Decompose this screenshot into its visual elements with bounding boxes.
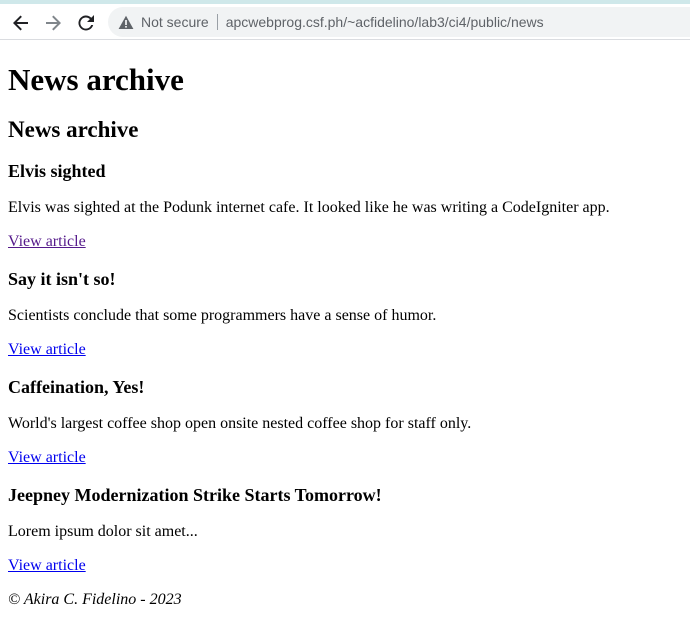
news-item-body: Elvis was sighted at the Podunk internet… xyxy=(8,199,610,216)
browser-toolbar: Not secure apcwebprog.csf.ph/~acfidelino… xyxy=(0,0,690,40)
view-article-link[interactable]: View article xyxy=(8,448,682,468)
news-item-body: World's largest coffee shop open onsite … xyxy=(8,415,472,432)
forward-arrow-icon[interactable] xyxy=(41,11,65,35)
news-item-body: Scientists conclude that some programmer… xyxy=(8,307,437,324)
omnibox-divider xyxy=(216,14,218,30)
address-bar[interactable]: Not secure apcwebprog.csf.ph/~acfidelino… xyxy=(108,7,690,37)
back-arrow-icon[interactable] xyxy=(9,11,33,35)
url-text[interactable]: apcwebprog.csf.ph/~acfidelino/lab3/ci4/p… xyxy=(226,14,544,30)
news-item: Caffeination, Yes! World's largest coffe… xyxy=(8,376,682,468)
news-item-title: Jeepney Modernization Strike Starts Tomo… xyxy=(8,485,382,505)
news-item: Say it isn't so! Scientists conclude tha… xyxy=(8,268,682,360)
view-article-link[interactable]: View article xyxy=(8,556,682,576)
page-content: News archive News archive Elvis sighted … xyxy=(0,62,690,610)
news-item-title: Say it isn't so! xyxy=(8,269,116,289)
warning-triangle-icon[interactable] xyxy=(118,15,134,30)
view-article-link[interactable]: View article xyxy=(8,232,682,252)
view-article-link[interactable]: View article xyxy=(8,340,682,360)
news-item: Elvis sighted Elvis was sighted at the P… xyxy=(8,160,682,252)
page-title: News archive xyxy=(8,62,184,97)
news-item-body: Lorem ipsum dolor sit amet... xyxy=(8,523,198,540)
news-item: Jeepney Modernization Strike Starts Tomo… xyxy=(8,484,682,576)
section-title: News archive xyxy=(8,117,139,142)
footer-copyright: © Akira C. Fidelino - 2023 xyxy=(8,591,182,608)
news-item-title: Elvis sighted xyxy=(8,161,106,181)
news-item-title: Caffeination, Yes! xyxy=(8,377,145,397)
reload-icon[interactable] xyxy=(74,11,98,35)
security-status-label[interactable]: Not secure xyxy=(141,14,209,30)
